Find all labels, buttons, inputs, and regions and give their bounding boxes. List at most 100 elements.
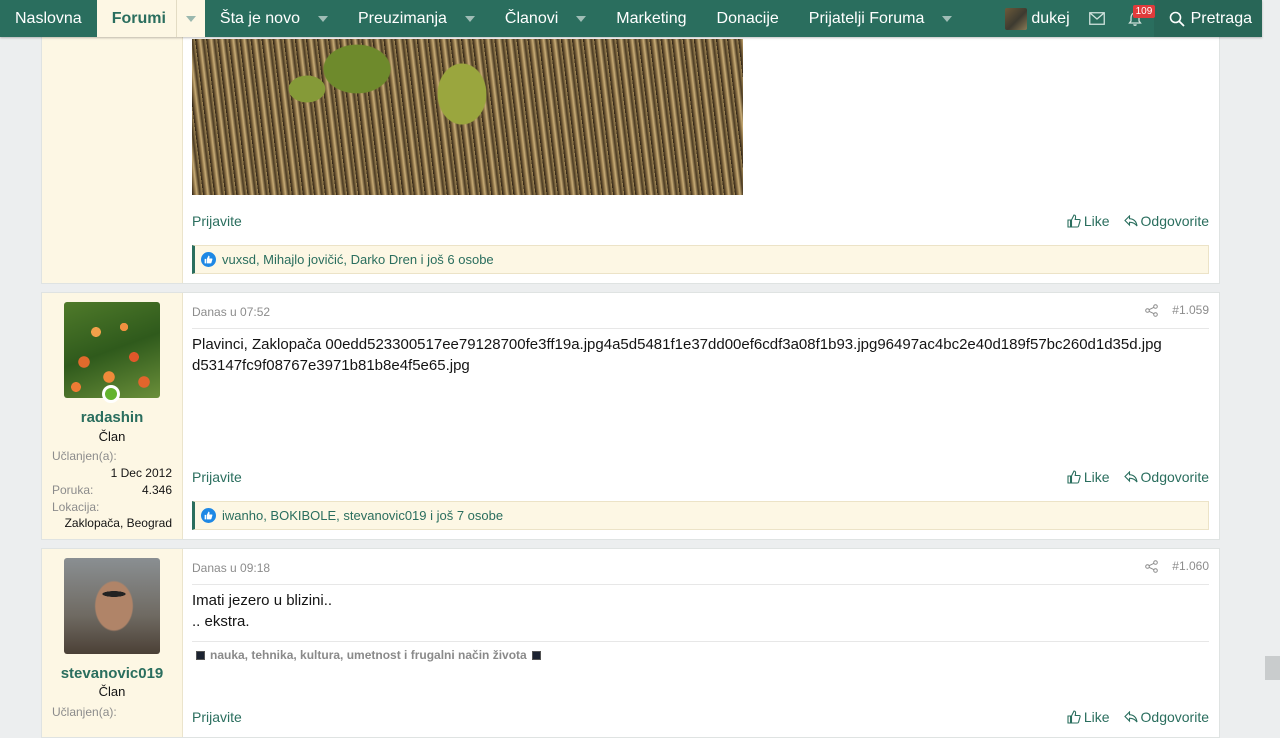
username: dukej — [1031, 9, 1070, 27]
reply-icon — [1123, 711, 1138, 723]
chevron-down-icon — [185, 15, 196, 22]
search-label: Pretraga — [1190, 9, 1252, 27]
nav-label: Članovi — [504, 9, 559, 27]
nav-label: Forumi — [111, 9, 166, 27]
post-header-tools: #1.059 — [1145, 303, 1209, 317]
reply-icon — [1123, 215, 1138, 227]
post-header-tools: #1.060 — [1145, 559, 1209, 573]
like-button[interactable]: Like — [1067, 469, 1110, 485]
nav-prijatelji-foruma[interactable]: Prijatelji Foruma — [794, 0, 968, 37]
post-text-line: Plavinci, Zaklopača 00edd523300517ee7912… — [192, 336, 1162, 353]
search-icon — [1169, 11, 1185, 27]
post-user-cell — [42, 0, 183, 283]
post-action-group: Like Odgovorite — [1067, 709, 1209, 725]
chevron-down-icon[interactable] — [942, 15, 953, 22]
reactions-text: iwanho, BOKIBOLE, stevanovic019 i još 7 … — [222, 508, 504, 523]
post-user-cell: stevanovic019 Član Učlanjen(a): — [42, 549, 183, 737]
share-icon[interactable] — [1145, 303, 1159, 317]
nav-label: Naslovna — [15, 9, 82, 27]
reactions-text: vuxsd, Mihajlo jovičić, Darko Dren i još… — [222, 252, 494, 267]
report-link[interactable]: Prijavite — [192, 709, 242, 725]
chevron-down-icon[interactable] — [464, 15, 475, 22]
reply-label: Odgovorite — [1140, 213, 1209, 229]
post-main: Danas u 07:52 #1.059 Plavinci, Zaklopača… — [192, 293, 1209, 539]
reply-button[interactable]: Odgovorite — [1123, 213, 1209, 229]
account-menu[interactable]: dukej — [997, 0, 1077, 37]
post-number[interactable]: #1.059 — [1172, 303, 1209, 317]
post-number[interactable]: #1.060 — [1172, 559, 1209, 573]
reply-label: Odgovorite — [1140, 709, 1209, 725]
like-button[interactable]: Like — [1067, 709, 1110, 725]
user-signature: nauka, tehnika, kultura, umetnost i frug… — [196, 648, 541, 662]
posts-label: Poruka: — [52, 483, 94, 497]
square-icon — [196, 650, 205, 660]
post-1059: radashin Član Učlanjen(a): 1 Dec 2012 Po… — [41, 292, 1220, 540]
alerts-button[interactable]: 109 — [1116, 0, 1156, 37]
alerts-badge: 109 — [1132, 5, 1156, 18]
thumbs-up-icon — [1067, 214, 1081, 228]
post-date[interactable]: Danas u 07:52 — [192, 305, 270, 319]
nav-clanovi[interactable]: Članovi — [490, 0, 601, 37]
post-body: Plavinci, Zaklopača 00edd523300517ee7912… — [192, 334, 1209, 376]
reply-button[interactable]: Odgovorite — [1123, 709, 1209, 725]
share-icon[interactable] — [1145, 559, 1159, 573]
location-label: Lokacija: — [52, 500, 100, 514]
like-label: Like — [1083, 709, 1110, 725]
like-label: Like — [1083, 213, 1110, 229]
chevron-down-icon[interactable] — [317, 15, 328, 22]
post-actions: Prijavite Like Odgovorite — [192, 213, 1209, 233]
user-avatar[interactable] — [64, 302, 160, 398]
location-value: Zaklopača, Beograd — [64, 516, 172, 530]
post-main: Prijavite Like Odgovorite vuxsd, Mihajlo… — [192, 0, 1209, 283]
post-text-line: Imati jezero u blizini.. — [192, 592, 333, 609]
nav-label: Donacije — [716, 9, 779, 27]
nav-donacije[interactable]: Donacije — [702, 0, 794, 37]
user-avatar — [1005, 7, 1028, 30]
post-action-group: Like Odgovorite — [1067, 213, 1209, 229]
nav-label: Šta je novo — [219, 9, 300, 27]
post-date[interactable]: Danas u 09:18 — [192, 561, 270, 575]
joined-label: Učlanjen(a): — [52, 449, 117, 463]
post-main: Danas u 09:18 #1.060 Imati jezero u bliz… — [192, 549, 1209, 737]
nav-marketing[interactable]: Marketing — [601, 0, 701, 37]
like-label: Like — [1083, 469, 1110, 485]
username[interactable]: radashin — [42, 409, 182, 426]
username[interactable]: stevanovic019 — [42, 665, 182, 682]
joined-label: Učlanjen(a): — [52, 705, 117, 719]
nav-label: Preuzimanja — [357, 9, 447, 27]
post-1060: stevanovic019 Član Učlanjen(a): Danas u … — [41, 548, 1220, 738]
signature-divider — [192, 641, 1209, 642]
search-button[interactable]: Pretraga — [1153, 0, 1262, 37]
square-icon — [531, 650, 541, 660]
post-attachment-image[interactable] — [192, 39, 743, 195]
nav-preuzimanja[interactable]: Preuzimanja — [343, 0, 490, 37]
post-action-group: Like Odgovorite — [1067, 469, 1209, 485]
nav-forumi-dropdown[interactable] — [175, 0, 205, 37]
nav-forumi[interactable]: Forumi — [96, 0, 205, 37]
nav-label: Marketing — [616, 9, 687, 27]
reactions-bar[interactable]: iwanho, BOKIBOLE, stevanovic019 i još 7 … — [192, 501, 1209, 530]
reply-label: Odgovorite — [1140, 469, 1209, 485]
post-text-line: d53147fc9f08767e3971b81b8e4f5e65.jpg — [192, 357, 470, 374]
joined-value: 1 Dec 2012 — [110, 466, 172, 480]
post-previous: Prijavite Like Odgovorite vuxsd, Mihajlo… — [41, 0, 1220, 284]
reply-button[interactable]: Odgovorite — [1123, 469, 1209, 485]
top-navigation: Naslovna Forumi Šta je novo Preuzimanja … — [0, 0, 1262, 37]
report-link[interactable]: Prijavite — [192, 469, 242, 485]
user-avatar[interactable] — [64, 558, 160, 654]
report-link[interactable]: Prijavite — [192, 213, 242, 229]
like-reaction-icon — [201, 508, 216, 523]
nav-naslovna[interactable]: Naslovna — [0, 0, 97, 37]
nav-sta-je-novo[interactable]: Šta je novo — [205, 0, 343, 37]
user-role: Član — [98, 429, 126, 444]
scrollbar-thumb[interactable] — [1265, 656, 1280, 680]
chevron-down-icon[interactable] — [576, 15, 587, 22]
post-user-cell: radashin Član Učlanjen(a): 1 Dec 2012 Po… — [42, 293, 183, 539]
post-header: Danas u 09:18 #1.060 — [192, 558, 1209, 585]
like-button[interactable]: Like — [1067, 213, 1110, 229]
signature-text: nauka, tehnika, kultura, umetnost i frug… — [210, 648, 527, 662]
user-role: Član — [98, 684, 126, 699]
envelope-icon — [1088, 12, 1105, 25]
reactions-bar[interactable]: vuxsd, Mihajlo jovičić, Darko Dren i još… — [192, 245, 1209, 274]
inbox-button[interactable] — [1078, 0, 1116, 37]
